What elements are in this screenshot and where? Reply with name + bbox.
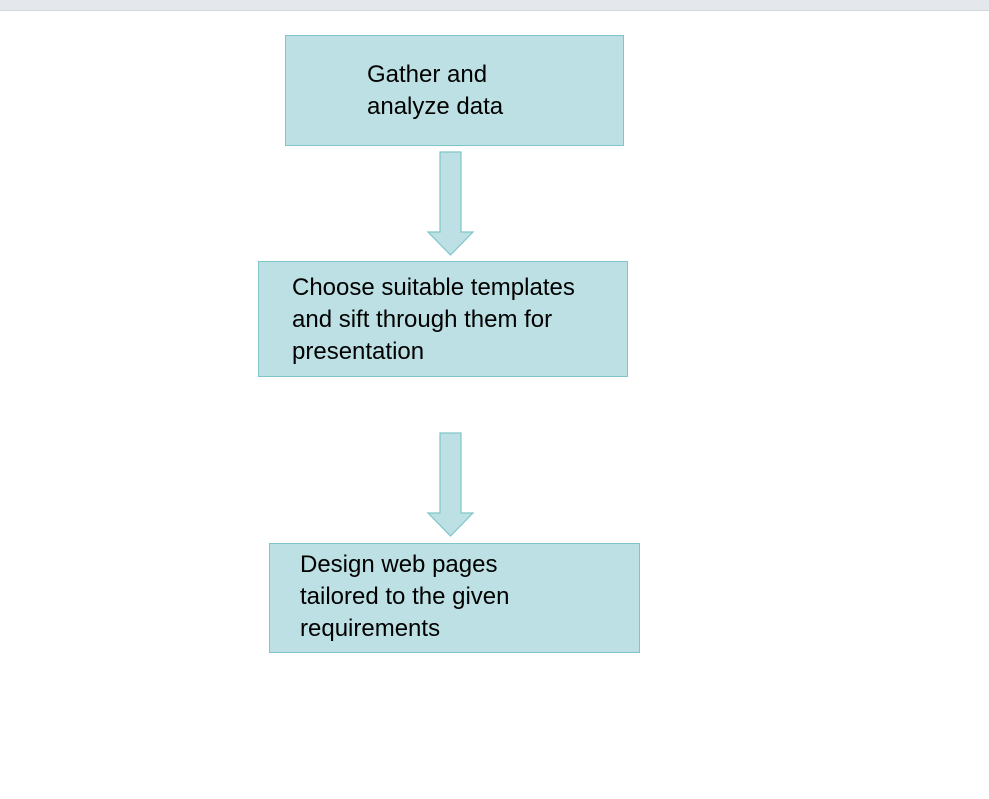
step-label: Choose suitable templates and sift throu…: [292, 274, 575, 365]
down-arrow-icon: [426, 432, 475, 537]
down-arrow-icon: [426, 151, 475, 256]
step-label: Gather and analyze data: [367, 61, 504, 120]
step-box-gather-data: Gather and analyze data: [285, 35, 624, 146]
top-bar: [0, 0, 989, 11]
step-label: Design web pages tailored to the given r…: [300, 551, 510, 642]
step-box-design-web-pages: Design web pages tailored to the given r…: [269, 543, 640, 653]
step-box-choose-templates: Choose suitable templates and sift throu…: [258, 261, 628, 377]
